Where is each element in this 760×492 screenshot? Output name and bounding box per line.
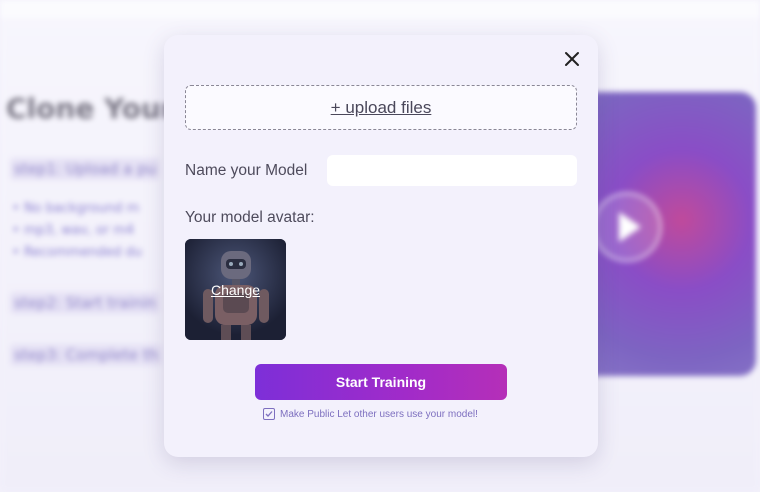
model-name-label: Name your Model (185, 162, 308, 179)
model-name-input[interactable] (327, 155, 577, 186)
top-bar (0, 0, 760, 18)
upload-files-link[interactable]: + upload files (331, 98, 432, 118)
step-2-label: step2: Start trainin (10, 292, 160, 314)
step-1-label: step1: Upload a pu (10, 158, 161, 180)
page-title: Clone Your (6, 92, 175, 125)
upload-dropzone[interactable]: + upload files (185, 85, 577, 130)
close-icon (565, 52, 579, 66)
make-public-row[interactable]: Make Public Let other users use your mod… (263, 408, 478, 420)
make-public-checkbox[interactable] (263, 408, 275, 420)
checkmark-icon (265, 411, 273, 417)
make-public-label: Make Public Let other users use your mod… (280, 408, 478, 420)
model-avatar-label: Your model avatar: (185, 209, 315, 226)
model-avatar[interactable]: Change (185, 239, 286, 340)
list-item: Recommended du (12, 242, 142, 264)
change-avatar-link[interactable]: Change (185, 282, 286, 298)
clone-model-dialog: + upload files Name your Model Your mode… (164, 35, 598, 457)
list-item: No background m (12, 198, 142, 220)
close-button[interactable] (561, 48, 583, 70)
list-item: mp3, wav, or m4 (12, 220, 142, 242)
play-icon[interactable] (592, 192, 662, 262)
start-training-button[interactable]: Start Training (255, 364, 507, 400)
requirements-list: No background m mp3, wav, or m4 Recommen… (12, 198, 142, 264)
step-3-label: step3: Complete th (10, 344, 163, 366)
